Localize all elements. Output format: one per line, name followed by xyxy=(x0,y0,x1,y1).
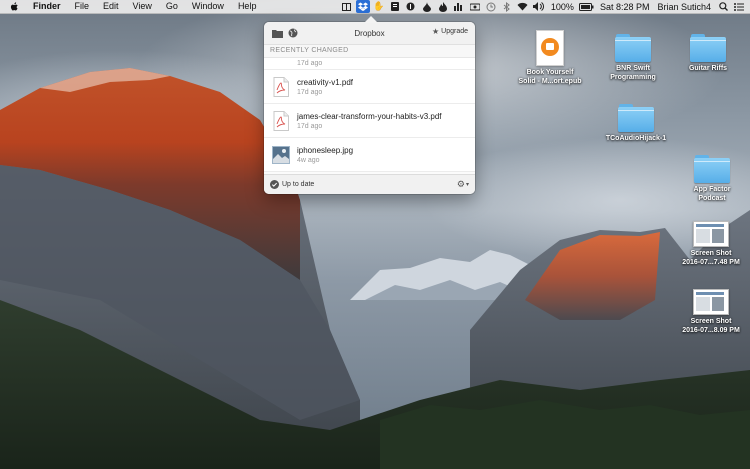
list-item[interactable]: creativity-v1.pdf 17d ago xyxy=(264,70,475,104)
sync-check-icon xyxy=(270,180,279,189)
gear-icon: ⚙ xyxy=(456,179,465,189)
pdf-icon xyxy=(273,110,289,131)
file-name: iphonesleep.jpg xyxy=(297,145,354,155)
window-icon[interactable] xyxy=(340,0,354,13)
desktop-item-folder[interactable]: Guitar Riffs xyxy=(668,34,748,73)
drop-icon[interactable] xyxy=(420,0,434,13)
recently-changed-heading: RECENTLY CHANGED xyxy=(264,45,475,58)
equalizer-icon[interactable] xyxy=(452,0,466,13)
folder-icon[interactable] xyxy=(270,26,284,40)
desktop-item-label: Screen Shot 2016-07...8.09 PM xyxy=(682,318,740,334)
folder-icon xyxy=(615,34,651,62)
hand-icon[interactable]: ✋ xyxy=(372,0,386,13)
file-time: 17d ago xyxy=(297,122,323,130)
star-icon: ★ xyxy=(431,27,440,36)
flame-icon[interactable] xyxy=(436,0,450,13)
battery-percent: 100% xyxy=(550,1,574,12)
info-icon[interactable] xyxy=(404,0,418,13)
sound-icon[interactable] xyxy=(468,0,482,13)
upgrade-button[interactable]: ★ Upgrade xyxy=(432,27,468,36)
sync-status: Up to date xyxy=(282,181,315,188)
screenshot-file-icon xyxy=(693,221,729,247)
settings-gear-button[interactable]: ⚙ ▾ xyxy=(457,179,469,190)
menu-view[interactable]: View xyxy=(126,0,159,13)
apple-menu-icon[interactable] xyxy=(10,1,22,12)
desktop-item-folder[interactable]: TCoAudioHijack-1 xyxy=(596,104,676,143)
list-item[interactable]: iphonesleep.jpg 4w ago xyxy=(264,138,475,172)
epub-file-icon xyxy=(536,30,564,66)
file-name: creativity-v1.pdf xyxy=(297,77,354,87)
list-item[interactable]: 17d ago xyxy=(264,58,475,70)
dropbox-icon[interactable] xyxy=(355,0,370,13)
desktop-item-epub[interactable]: Book Yourself Solid - M...ort.epub xyxy=(510,30,590,86)
desktop-item-label: App Factor Podcast xyxy=(693,186,731,202)
desktop-item-folder[interactable]: App Factor Podcast xyxy=(672,155,750,203)
desktop-item-label: TCoAudioHijack-1 xyxy=(605,135,667,142)
volume-icon[interactable] xyxy=(532,0,546,13)
desktop-item-label: Guitar Riffs xyxy=(688,65,728,72)
menu-window[interactable]: Window xyxy=(185,0,231,13)
upgrade-label: Upgrade xyxy=(441,28,468,35)
dropbox-popover: Dropbox ★ Upgrade RECENTLY CHANGED 17d a… xyxy=(264,22,475,194)
file-time: 17d ago xyxy=(297,60,323,67)
file-name: james-clear-transform-your-habits-v3.pdf xyxy=(297,111,442,121)
notification-center-icon[interactable] xyxy=(732,0,746,13)
desktop-item-label: Book Yourself Solid - M...ort.epub xyxy=(518,69,582,85)
spotlight-search-icon[interactable] xyxy=(716,0,730,13)
menu-file[interactable]: File xyxy=(68,0,97,13)
menu-app-name[interactable]: Finder xyxy=(31,0,68,13)
desktop-item-label: BNR Swift Programming xyxy=(610,65,656,81)
desktop-item-folder[interactable]: BNR Swift Programming xyxy=(593,34,673,82)
menu-help[interactable]: Help xyxy=(231,0,264,13)
screenshot-file-icon xyxy=(693,289,729,315)
folder-icon xyxy=(690,34,726,62)
menu-edit[interactable]: Edit xyxy=(96,0,126,13)
menu-clock[interactable]: Sat 8:28 PM xyxy=(596,2,654,12)
desktop-item-screenshot[interactable]: Screen Shot 2016-07...7.48 PM xyxy=(671,221,750,267)
wifi-icon[interactable] xyxy=(516,0,530,13)
menu-bar: Finder File Edit View Go Window Help ✋ 1… xyxy=(0,0,750,14)
menu-user-name[interactable]: Brian Sutich4 xyxy=(653,2,715,12)
desktop-item-label: Screen Shot 2016-07...7.48 PM xyxy=(682,250,740,266)
file-time: 4w ago xyxy=(297,156,320,164)
popover-arrow xyxy=(364,16,378,23)
desktop-item-screenshot[interactable]: Screen Shot 2016-07...8.09 PM xyxy=(671,289,750,335)
popover-header: Dropbox ★ Upgrade xyxy=(264,22,475,45)
globe-icon[interactable] xyxy=(286,26,300,40)
clock-icon[interactable] xyxy=(484,0,498,13)
battery-icon[interactable] xyxy=(579,0,595,13)
recent-files-list: 17d ago creativity-v1.pdf 17d ago james-… xyxy=(264,58,475,172)
file-time: 17d ago xyxy=(297,88,323,96)
chevron-down-icon: ▾ xyxy=(465,182,469,188)
evernote-icon[interactable] xyxy=(388,0,402,13)
folder-icon xyxy=(694,155,730,183)
list-item[interactable]: james-clear-transform-your-habits-v3.pdf… xyxy=(264,104,475,138)
pdf-icon xyxy=(273,76,289,97)
popover-footer: Up to date ⚙ ▾ xyxy=(264,174,475,194)
bluetooth-icon[interactable] xyxy=(500,0,514,13)
folder-icon xyxy=(618,104,654,132)
image-thumbnail xyxy=(272,145,290,164)
menu-go[interactable]: Go xyxy=(159,0,185,13)
